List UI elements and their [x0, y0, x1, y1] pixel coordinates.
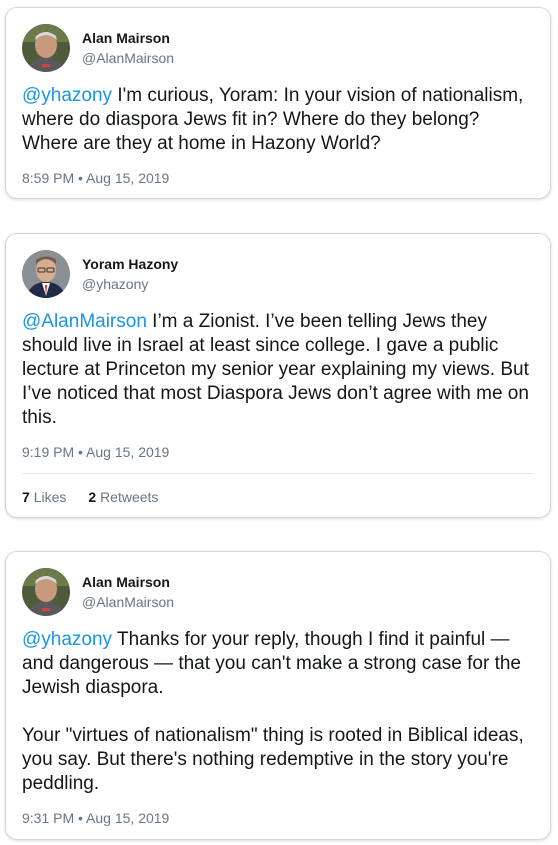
author-name[interactable]: Yoram Hazony — [82, 256, 178, 272]
divider — [22, 473, 534, 474]
engagement-stats: 7 Likes 2 Retweets — [22, 489, 158, 505]
likes-stat[interactable]: 7 Likes — [22, 489, 66, 505]
tweet-text: @yhazony I'm curious, Yoram: In your vis… — [22, 84, 536, 156]
tweet-timestamp[interactable]: 9:31 PM • Aug 15, 2019 — [22, 810, 169, 826]
mention-link[interactable]: @yhazony — [22, 85, 112, 106]
author-handle[interactable]: @AlanMairson — [82, 594, 174, 610]
tweet-card[interactable]: Alan Mairson @AlanMairson @yhazony Thank… — [5, 551, 551, 840]
tweet-card[interactable]: Yoram Hazony @yhazony @AlanMairson I’m a… — [5, 233, 551, 518]
retweets-count: 2 — [88, 489, 97, 505]
avatar[interactable] — [22, 250, 70, 298]
author-handle[interactable]: @AlanMairson — [82, 50, 174, 66]
tweet-text: @AlanMairson I’m a Zionist. I’ve been te… — [22, 310, 536, 430]
avatar[interactable] — [22, 568, 70, 616]
tweet-text-paragraph-2: Your "virtues of nationalism" thing is r… — [22, 725, 524, 794]
tweet-text: @yhazony Thanks for your reply, though I… — [22, 628, 536, 700]
retweets-stat[interactable]: 2 Retweets — [88, 489, 158, 505]
retweets-label: Retweets — [100, 489, 159, 505]
tweet-card[interactable]: Alan Mairson @AlanMairson @yhazony I'm c… — [5, 7, 551, 199]
author-handle[interactable]: @yhazony — [82, 276, 148, 292]
tweet-timestamp[interactable]: 9:19 PM • Aug 15, 2019 — [22, 444, 169, 460]
mention-link[interactable]: @AlanMairson — [22, 311, 147, 332]
author-name[interactable]: Alan Mairson — [82, 574, 170, 590]
likes-count: 7 — [22, 489, 30, 505]
likes-label: Likes — [33, 489, 67, 505]
avatar[interactable] — [22, 24, 70, 72]
author-name[interactable]: Alan Mairson — [82, 30, 170, 46]
tweet-timestamp[interactable]: 8:59 PM • Aug 15, 2019 — [22, 170, 169, 186]
mention-link[interactable]: @yhazony — [22, 629, 112, 650]
